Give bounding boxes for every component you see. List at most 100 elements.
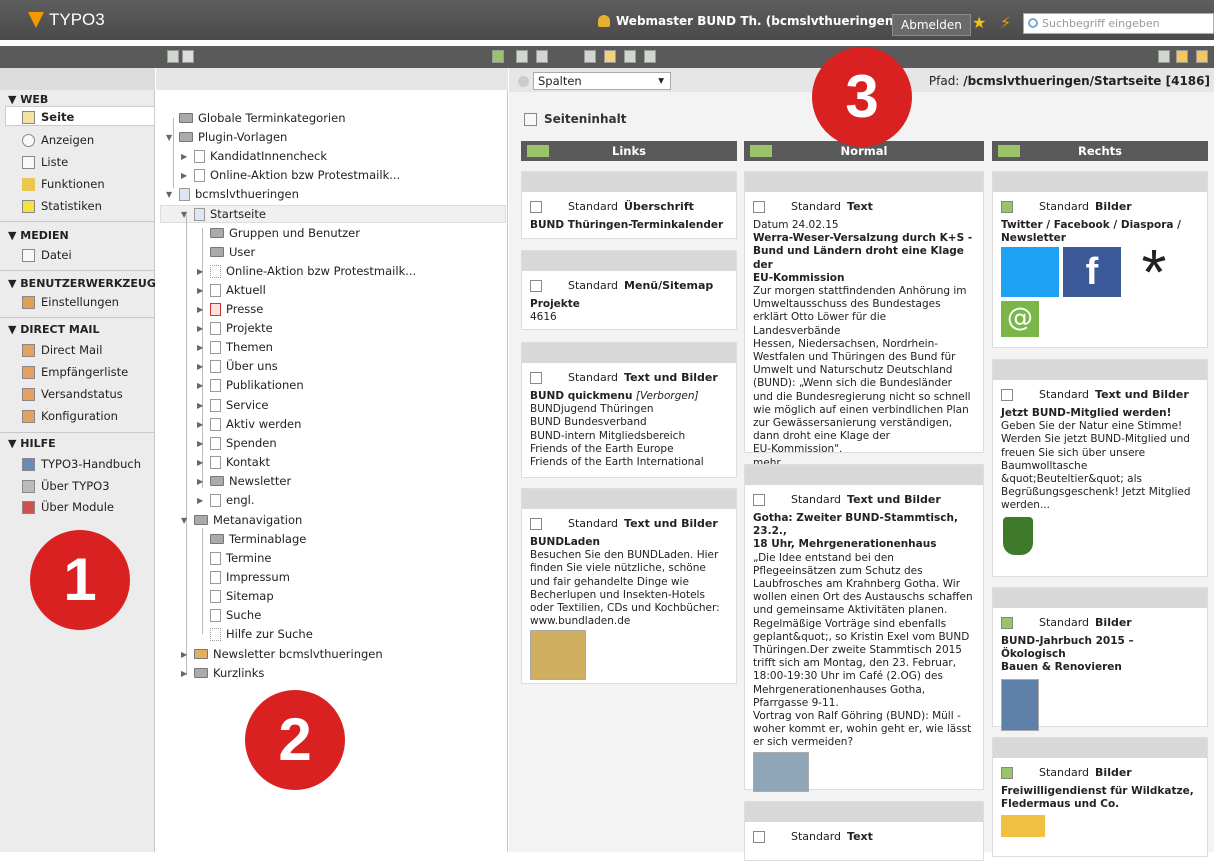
shortcut-icon[interactable]: [1176, 50, 1188, 63]
content-element-header[interactable]: [993, 172, 1207, 192]
tree-node-selected[interactable]: ▼ Startseite: [181, 207, 266, 221]
expand-toggle-icon[interactable]: ▶: [197, 458, 205, 467]
move-page-icon[interactable]: [624, 50, 636, 63]
edit-page-icon[interactable]: [604, 50, 616, 63]
module-statistiken[interactable]: Statistiken: [22, 199, 102, 213]
expand-toggle-icon[interactable]: ▶: [197, 420, 205, 429]
content-element[interactable]: Standard Text und Bilder BUNDLaden Besuchen…: [521, 488, 737, 684]
tree-node[interactable]: Hilfe zur Suche: [197, 627, 313, 641]
expand-toggle-icon[interactable]: ▶: [197, 324, 205, 333]
tree-node[interactable]: ▼ bcmslvthueringen: [166, 187, 299, 201]
content-element[interactable]: Standard Text Datum 24.02.15 Werra-Weser-V…: [744, 171, 984, 469]
tree-node[interactable]: Terminablage: [197, 532, 306, 546]
module-group-hilfe[interactable]: ▼ HILFE: [8, 437, 56, 450]
module-versandstatus[interactable]: Versandstatus: [22, 387, 123, 401]
expand-toggle-icon[interactable]: ▼: [166, 133, 174, 142]
expand-toggle-icon[interactable]: ▼: [166, 190, 174, 199]
logout-button[interactable]: Abmelden: [892, 14, 971, 36]
tree-node[interactable]: Suche: [197, 608, 261, 622]
tree-node[interactable]: ▼ Metanavigation: [181, 513, 302, 527]
content-element-header[interactable]: [522, 343, 736, 363]
module-direct-mail[interactable]: Direct Mail: [22, 343, 102, 357]
module-ueber-typo3[interactable]: Über TYPO3: [22, 479, 110, 493]
tree-node[interactable]: ▶ Themen: [197, 340, 273, 354]
content-element[interactable]: Standard Überschrift BUND Thüringen-Termin…: [521, 171, 737, 239]
expand-toggle-icon[interactable]: ▶: [197, 362, 205, 371]
content-element[interactable]: Standard Bilder Freiwilligendienst für Wil…: [992, 737, 1208, 857]
module-group-direct-mail[interactable]: ▼ DIRECT MAIL: [8, 323, 99, 336]
new-record-icon[interactable]: [536, 50, 548, 63]
new-content-edit-icon[interactable]: [750, 145, 772, 157]
content-element-header[interactable]: [745, 465, 983, 485]
module-group-web[interactable]: ▼ WEB: [8, 93, 48, 106]
tree-node[interactable]: Globale Terminkategorien: [166, 111, 345, 125]
content-element[interactable]: Standard Bilder Twitter / Facebook / Diasp…: [992, 171, 1208, 348]
expand-toggle-icon[interactable]: ▼: [181, 210, 189, 219]
module-konfiguration[interactable]: Konfiguration: [22, 409, 118, 423]
content-element-header[interactable]: [993, 588, 1207, 608]
content-element[interactable]: Standard Menü/Sitemap Projekte 4616: [521, 250, 737, 330]
content-element[interactable]: Standard Text und Bilder Gotha: Zweiter BU…: [744, 464, 984, 792]
search-input[interactable]: Suchbegriff eingeben: [1023, 13, 1214, 34]
tree-node[interactable]: ▶ Service: [197, 398, 269, 412]
new-page-icon[interactable]: [167, 50, 179, 63]
user-menu[interactable]: Webmaster BUND Th. (bcmslvthueringen): [598, 14, 899, 28]
module-group-medien[interactable]: ▼ MEDIEN: [8, 229, 69, 242]
tree-node[interactable]: ▶ Spenden: [197, 436, 277, 450]
expand-toggle-icon[interactable]: ▶: [181, 171, 189, 180]
module-funktionen[interactable]: Funktionen: [22, 177, 105, 191]
expand-toggle-icon[interactable]: ▶: [197, 477, 205, 486]
view-select[interactable]: Spalten: [533, 72, 671, 90]
content-element-header[interactable]: [522, 251, 736, 271]
module-ueber-module[interactable]: Über Module: [22, 500, 114, 514]
module-anzeigen[interactable]: Anzeigen: [22, 133, 94, 147]
tree-node[interactable]: ▶ Kurzlinks: [181, 666, 264, 680]
bookmark-icon[interactable]: [1196, 50, 1208, 63]
new-content-edit-icon[interactable]: [527, 145, 549, 157]
content-element-header[interactable]: [522, 172, 736, 192]
module-liste[interactable]: Liste: [22, 155, 68, 169]
view-page-icon[interactable]: [584, 50, 596, 63]
module-datei[interactable]: Datei: [22, 248, 72, 262]
tree-node[interactable]: Termine: [197, 551, 271, 565]
module-seite[interactable]: Seite: [22, 110, 74, 124]
content-element[interactable]: Standard Text und Bilder Jetzt BUND-Mitgli…: [992, 359, 1208, 577]
tree-node[interactable]: ▶ KandidatInnencheck: [181, 149, 327, 163]
content-element-header[interactable]: [993, 738, 1207, 758]
expand-toggle-icon[interactable]: ▶: [181, 152, 189, 161]
help-icon[interactable]: [518, 76, 529, 87]
tree-node[interactable]: ▶ Kontakt: [197, 455, 270, 469]
refresh-icon[interactable]: [492, 50, 504, 63]
clipboard-icon[interactable]: [1158, 50, 1170, 63]
expand-toggle-icon[interactable]: ▶: [197, 496, 205, 505]
content-element[interactable]: Standard Text: [744, 801, 984, 861]
expand-toggle-icon[interactable]: ▶: [181, 669, 189, 678]
content-element-header[interactable]: [993, 360, 1207, 380]
tree-node[interactable]: ▶ Über uns: [197, 359, 278, 373]
tree-node[interactable]: Gruppen und Benutzer: [197, 226, 360, 240]
new-content-icon[interactable]: [516, 50, 528, 63]
module-einstellungen[interactable]: Einstellungen: [22, 295, 119, 309]
tree-node[interactable]: ▶ Online-Aktion bzw Protestmailk...: [181, 168, 400, 182]
bookmark-star-icon[interactable]: ★: [972, 13, 986, 32]
expand-toggle-icon[interactable]: ▶: [197, 381, 205, 390]
module-handbuch[interactable]: TYPO3-Handbuch: [22, 457, 141, 471]
typo3-logo[interactable]: TYPO3: [28, 10, 105, 30]
tree-node[interactable]: Impressum: [197, 570, 290, 584]
content-element-header[interactable]: [745, 802, 983, 822]
tree-node[interactable]: ▶ engl.: [197, 493, 255, 507]
expand-toggle-icon[interactable]: ▶: [181, 650, 189, 659]
tree-node[interactable]: ▶ Projekte: [197, 321, 273, 335]
expand-toggle-icon[interactable]: ▶: [197, 286, 205, 295]
tree-node[interactable]: ▼ Plugin-Vorlagen: [166, 130, 287, 144]
new-content-edit-icon[interactable]: [998, 145, 1020, 157]
tree-node[interactable]: Sitemap: [197, 589, 274, 603]
expand-toggle-icon[interactable]: ▶: [197, 439, 205, 448]
filter-icon[interactable]: [182, 50, 194, 63]
expand-toggle-icon[interactable]: ▶: [197, 305, 205, 314]
tree-node[interactable]: ▶ Aktiv werden: [197, 417, 301, 431]
content-element[interactable]: Standard Text und Bilder BUND quickmenu [V…: [521, 342, 737, 478]
content-element[interactable]: Standard Bilder BUND-Jahrbuch 2015 – Ökolo…: [992, 587, 1208, 731]
expand-toggle-icon[interactable]: ▼: [181, 516, 189, 525]
expand-toggle-icon[interactable]: ▶: [197, 343, 205, 352]
